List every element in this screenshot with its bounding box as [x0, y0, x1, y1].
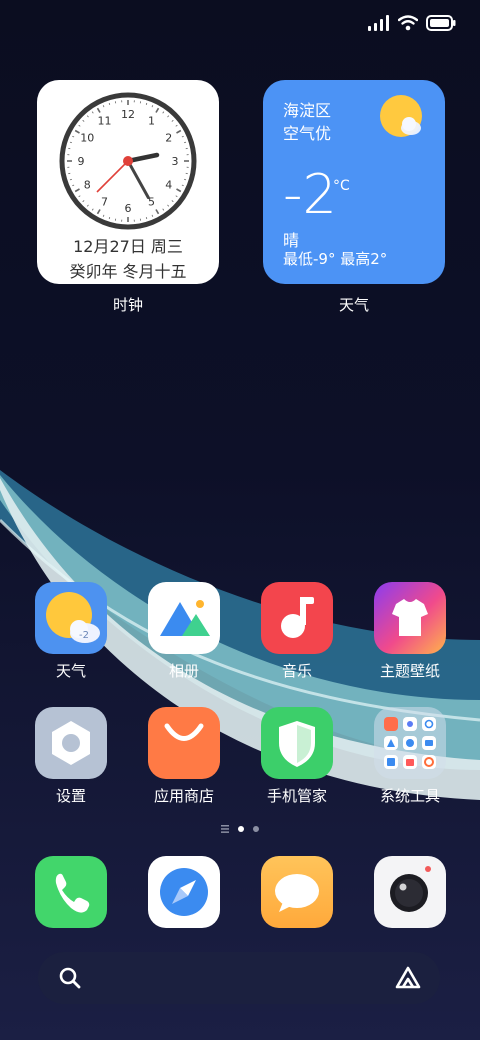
messages-icon — [275, 874, 319, 912]
app-label: 主题壁纸 — [379, 662, 440, 680]
page-indicator — [0, 825, 480, 833]
gallery-app-icon — [148, 582, 220, 654]
sunny-icon — [380, 95, 422, 137]
app-label: 天气 — [55, 662, 86, 680]
clock-number: 11 — [98, 114, 112, 127]
weather-temperature: -2 — [283, 163, 337, 226]
clock-number: 7 — [101, 196, 108, 209]
app-label: 设置 — [55, 787, 86, 805]
app-phone-manager[interactable]: 手机管家 — [249, 707, 345, 806]
themes-app-icon — [374, 582, 446, 654]
weather-app-icon: -2 — [35, 582, 107, 654]
weather-widget-label: 天气 — [338, 296, 369, 314]
browser-icon — [160, 868, 208, 916]
search-bar[interactable] — [38, 952, 440, 1004]
clock-number: 8 — [84, 179, 91, 192]
app-gallery[interactable]: 相册 — [136, 582, 232, 681]
app-label: 音乐 — [281, 662, 312, 680]
app-store-icon — [148, 707, 220, 779]
app-themes[interactable]: 主题壁纸 — [362, 582, 458, 681]
weather-location: 海淀区 — [283, 101, 332, 120]
clock-number: 1 — [148, 114, 155, 127]
status-bar — [368, 12, 456, 34]
clock-number: 9 — [78, 155, 85, 168]
music-app-icon — [261, 582, 333, 654]
weather-unit: °C — [333, 178, 350, 194]
clock-number: 12 — [121, 108, 135, 121]
app-label: 相册 — [168, 662, 199, 680]
phone-manager-icon — [261, 707, 333, 779]
clock-widget[interactable]: 12 1 2 3 4 5 6 7 8 9 10 11 12月27日 周三 癸卯年 冬月十五 — [37, 80, 219, 284]
app-weather[interactable]: -2 天气 — [23, 582, 119, 681]
analog-clock: 12 1234567891011 — [59, 92, 197, 230]
app-settings[interactable]: 设置 — [23, 707, 119, 806]
folder-system-tools[interactable]: 系统工具 — [362, 707, 458, 806]
settings-app-icon — [35, 707, 107, 779]
dock-camera[interactable] — [374, 856, 446, 928]
system-tools-folder-icon — [374, 707, 446, 779]
page-list-icon[interactable] — [221, 825, 229, 833]
signal-icon — [368, 15, 389, 31]
app-label: 手机管家 — [266, 787, 327, 805]
battery-icon — [426, 15, 456, 31]
clock-widget-label: 时钟 — [112, 296, 143, 314]
weather-air-quality: 空气优 — [283, 124, 332, 143]
weather-app-badge: -2 — [79, 630, 89, 641]
clock-lunar-date: 癸卯年 冬月十五 — [69, 262, 187, 281]
clock-number: 2 — [165, 132, 172, 145]
app-music[interactable]: 音乐 — [249, 582, 345, 681]
app-store[interactable]: 应用商店 — [136, 707, 232, 806]
clock-number: 6 — [125, 202, 132, 215]
assistant-icon[interactable] — [394, 965, 422, 991]
app-label: 应用商店 — [153, 787, 214, 805]
dock-browser[interactable] — [148, 856, 220, 928]
clock-number: 3 — [172, 155, 179, 168]
dock-phone[interactable] — [35, 856, 107, 928]
weather-range: 最低-9° 最高2° — [283, 250, 388, 268]
search-icon[interactable] — [58, 966, 82, 990]
phone-icon — [55, 873, 90, 913]
clock-date: 12月27日 周三 — [73, 237, 183, 256]
weather-widget[interactable]: 海淀区 空气优 -2 °C 晴 最低-9° 最高2° — [263, 80, 445, 284]
page-dot[interactable] — [253, 826, 259, 832]
app-label: 系统工具 — [379, 787, 440, 805]
dock-messages[interactable] — [261, 856, 333, 928]
camera-icon — [390, 866, 431, 912]
page-dot-current[interactable] — [238, 826, 244, 832]
clock-number: 10 — [80, 132, 94, 145]
clock-number: 4 — [165, 179, 172, 192]
wifi-icon — [398, 15, 418, 31]
